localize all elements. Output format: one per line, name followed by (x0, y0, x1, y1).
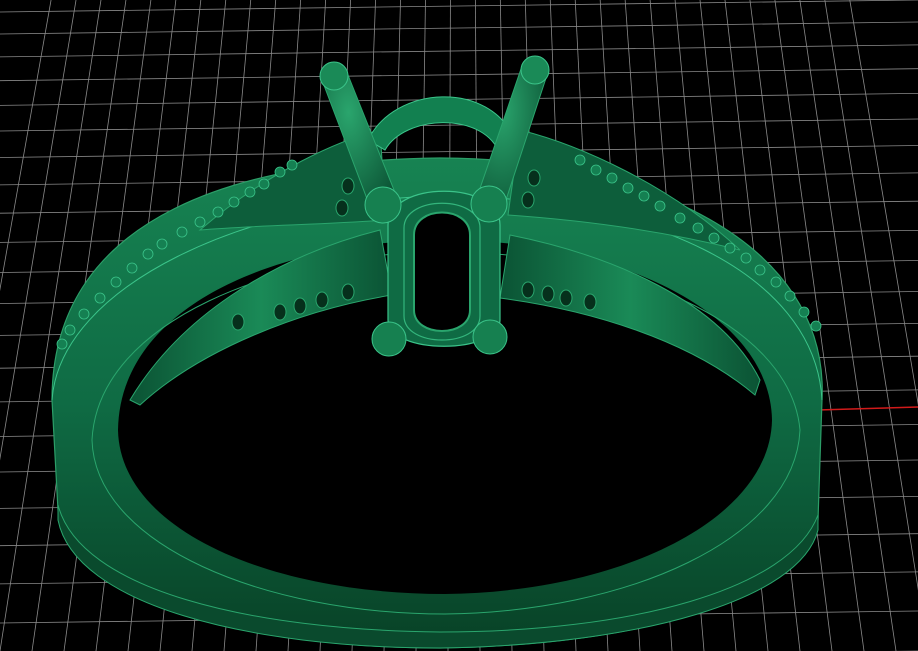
milgrain-bead (258, 178, 270, 190)
pave-hole (521, 281, 535, 299)
pave-hole (541, 285, 555, 303)
cad-3d-viewport[interactable] (0, 0, 918, 651)
milgrain-bead (798, 306, 810, 318)
center-stone-seat (413, 211, 471, 332)
milgrain-bead (110, 276, 122, 288)
milgrain-bead (94, 292, 106, 304)
grid-line-vertical (849, 0, 918, 406)
milgrain-bead (810, 320, 822, 332)
milgrain-bead (64, 324, 76, 336)
milgrain-bead (754, 264, 766, 276)
milgrain-bead (784, 290, 796, 302)
pave-hole (341, 177, 355, 195)
prong-right-base (470, 185, 508, 223)
milgrain-bead (654, 200, 666, 212)
prong-lower-right (472, 319, 508, 355)
pave-hole (341, 283, 355, 301)
milgrain-bead (274, 166, 286, 178)
milgrain-bead (156, 238, 168, 250)
milgrain-bead (228, 196, 240, 208)
milgrain-bead (212, 206, 224, 218)
grid-line-horizontal (0, 145, 918, 158)
pave-hole (521, 191, 535, 209)
milgrain-bead (708, 232, 720, 244)
prong-left-tip (319, 61, 349, 91)
grid-line-vertical (824, 0, 918, 591)
milgrain-bead (142, 248, 154, 260)
grid-line-vertical (0, 0, 52, 292)
head-gallery-arc (367, 96, 516, 151)
milgrain-bead (770, 276, 782, 288)
viewport-canvas[interactable] (0, 0, 918, 651)
milgrain-bead (194, 216, 206, 228)
milgrain-bead (126, 262, 138, 274)
grid-line-horizontal (0, 44, 918, 58)
milgrain-bead (286, 159, 298, 171)
pave-hole (583, 293, 597, 311)
milgrain-bead (574, 154, 586, 166)
milgrain-bead (638, 190, 650, 202)
milgrain-bead (692, 222, 704, 234)
milgrain-bead (724, 242, 736, 254)
grid-line-horizontal (0, 0, 918, 13)
milgrain-bead (56, 338, 68, 350)
pave-hole (231, 313, 245, 331)
milgrain-bead (244, 186, 256, 198)
pave-hole (273, 303, 287, 321)
ring-model[interactable] (51, 55, 823, 649)
pave-hole (293, 297, 307, 315)
milgrain-bead (590, 164, 602, 176)
milgrain-bead (674, 212, 686, 224)
pave-hole (315, 291, 329, 309)
grid-line-horizontal (0, 21, 918, 35)
grid-line-horizontal (0, 68, 918, 82)
pave-hole (527, 169, 541, 187)
milgrain-bead (606, 172, 618, 184)
pave-hole (335, 199, 349, 217)
prong-lower-left (371, 321, 407, 357)
prong-left-base (364, 186, 402, 224)
prong-right-tip (520, 55, 550, 85)
pave-hole (559, 289, 573, 307)
milgrain-bead (176, 226, 188, 238)
milgrain-bead (622, 182, 634, 194)
milgrain-bead (740, 252, 752, 264)
milgrain-bead (78, 308, 90, 320)
